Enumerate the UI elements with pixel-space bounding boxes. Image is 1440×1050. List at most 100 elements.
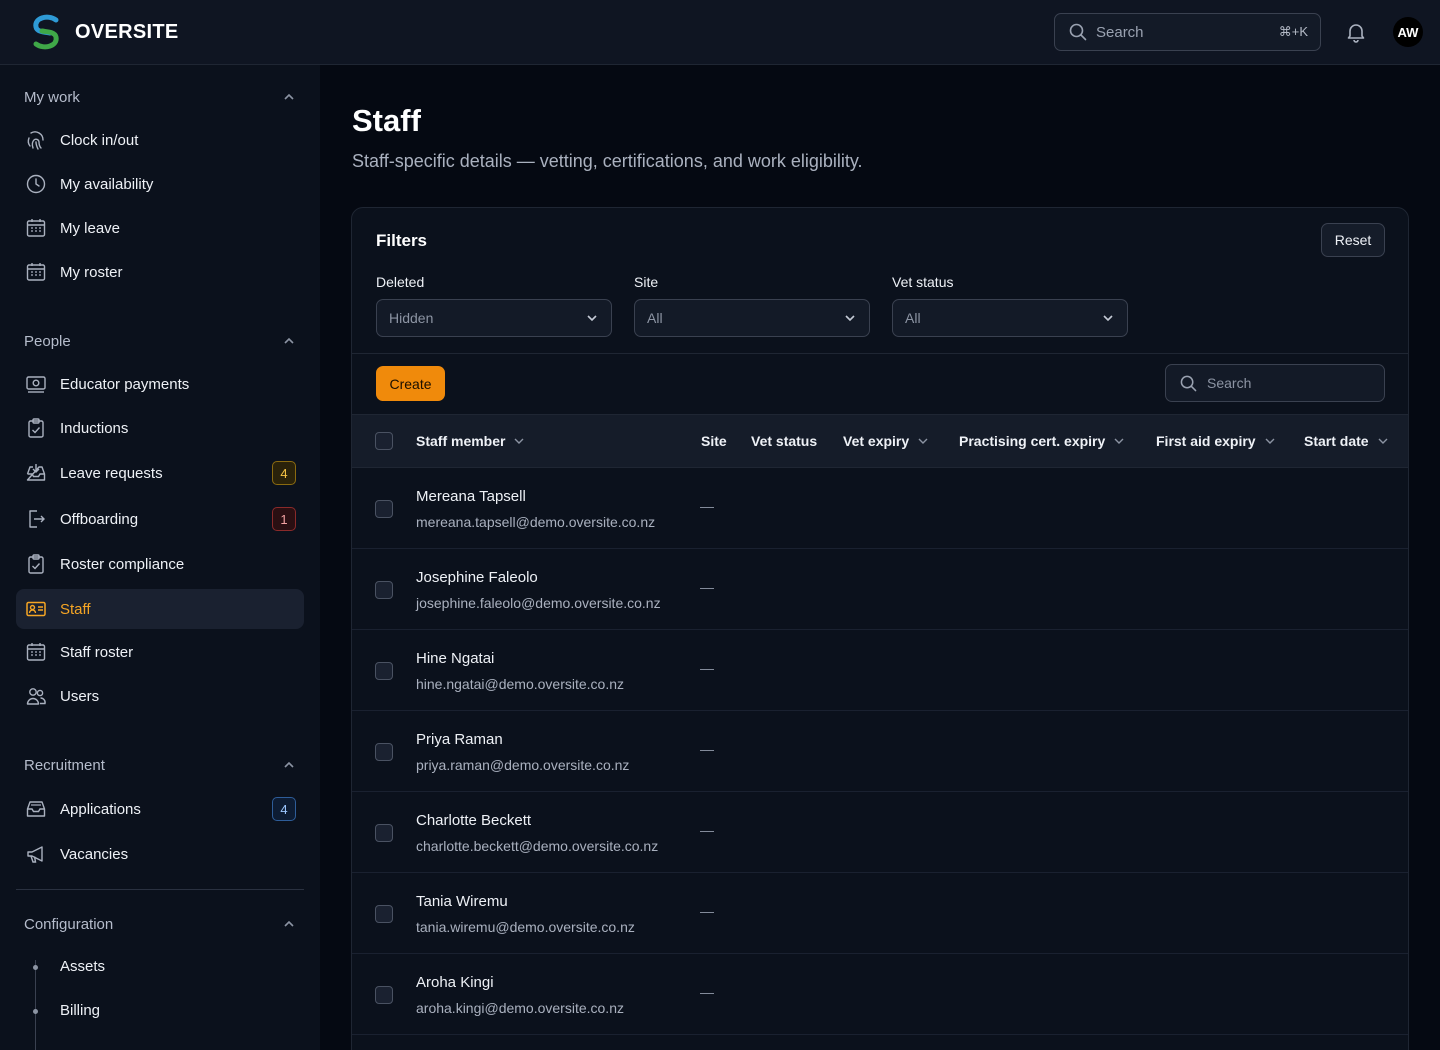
sidebar-item-billing[interactable]: Billing	[60, 1002, 100, 1022]
row-checkbox[interactable]	[375, 500, 393, 518]
chevron-down-icon	[1103, 315, 1113, 322]
top-bar: OVERSITE Search ⌘+K AW	[0, 0, 1440, 65]
column-vet-expiry[interactable]: Vet expiry	[843, 433, 929, 449]
global-search[interactable]: Search ⌘+K	[1054, 13, 1321, 51]
user-avatar[interactable]: AW	[1393, 17, 1423, 47]
sidebar-item-roster-compliance[interactable]: Roster compliance	[16, 544, 304, 584]
section-configuration[interactable]: Configuration	[24, 914, 296, 934]
staff-email: josephine.faleolo@demo.oversite.co.nz	[416, 595, 661, 611]
filter-deleted-value: Hidden	[389, 310, 434, 326]
table-row[interactable]: Josephine Faleolo josephine.faleolo@demo…	[352, 549, 1408, 630]
table-search-input[interactable]: Search	[1165, 364, 1385, 402]
column-practising-cert-expiry[interactable]: Practising cert. expiry	[959, 433, 1125, 449]
column-staff-member[interactable]: Staff member	[416, 433, 525, 449]
create-button[interactable]: Create	[376, 366, 445, 401]
column-vet-status[interactable]: Vet status	[751, 433, 817, 449]
tree-dot	[33, 1009, 38, 1014]
column-site[interactable]: Site	[701, 433, 727, 449]
users-icon	[26, 688, 46, 705]
sidebar-item-label: Offboarding	[60, 510, 139, 528]
column-start-date[interactable]: Start date	[1304, 433, 1389, 449]
sidebar-item-label: My availability	[60, 175, 154, 193]
sidebar-item-clock-in-out[interactable]: Clock in/out	[16, 120, 304, 160]
chevron-up-icon	[284, 761, 294, 768]
filter-vet-status-select[interactable]: All	[892, 299, 1128, 337]
sidebar-item-label: Clock in/out	[60, 131, 139, 149]
table-row[interactable]: Charlotte Beckett charlotte.beckett@demo…	[352, 792, 1408, 873]
table-header: Staff member Site Vet status Vet expiry …	[352, 414, 1408, 468]
sidebar-item-next[interactable]	[16, 1036, 304, 1050]
bell-icon[interactable]	[1345, 21, 1367, 43]
sidebar-item-staff[interactable]: Staff	[16, 589, 304, 629]
reset-button[interactable]: Reset	[1321, 223, 1385, 257]
calendar-icon	[26, 219, 46, 237]
sidebar-divider	[16, 889, 304, 890]
search-shortcut: ⌘+K	[1278, 24, 1308, 39]
sidebar-item-vacancies[interactable]: Vacancies	[16, 834, 304, 874]
chevron-down-icon	[1114, 438, 1124, 444]
sidebar-item-users[interactable]: Users	[16, 676, 304, 716]
section-people[interactable]: People	[24, 331, 296, 351]
row-checkbox[interactable]	[375, 986, 393, 1004]
table-row[interactable]: Mereana Tapsell mereana.tapsell@demo.ove…	[352, 468, 1408, 549]
staff-name: Hine Ngatai	[416, 650, 495, 667]
search-icon	[1180, 375, 1197, 391]
staff-site: —	[700, 822, 714, 838]
sidebar-item-label: My roster	[60, 263, 123, 281]
filters-title: Filters	[376, 231, 428, 250]
row-checkbox[interactable]	[375, 824, 393, 842]
table-row[interactable]: Aroha Kingi aroha.kingi@demo.oversite.co…	[352, 954, 1408, 1035]
row-checkbox[interactable]	[375, 905, 393, 923]
filter-site-value: All	[647, 310, 663, 326]
staff-site: —	[700, 903, 714, 919]
page-title: Staff	[352, 103, 421, 138]
table-row[interactable]: Tania Wiremu tania.wiremu@demo.oversite.…	[352, 873, 1408, 954]
calendar-icon	[26, 263, 46, 281]
sidebar-item-my-availability[interactable]: My availability	[16, 164, 304, 204]
column-first-aid-expiry[interactable]: First aid expiry	[1156, 433, 1276, 449]
inbox-icon	[26, 801, 46, 817]
section-recruitment[interactable]: Recruitment	[24, 755, 296, 775]
sidebar-item-label: Users	[60, 687, 100, 705]
staff-name: Priya Raman	[416, 731, 503, 748]
filter-deleted-select[interactable]: Hidden	[376, 299, 612, 337]
staff-email: tania.wiremu@demo.oversite.co.nz	[416, 919, 635, 935]
row-checkbox[interactable]	[375, 581, 393, 599]
staff-name: Mereana Tapsell	[416, 488, 526, 505]
column-label: Site	[701, 433, 727, 449]
sidebar-item-staff-roster[interactable]: Staff roster	[16, 632, 304, 672]
sidebar-item-educator-payments[interactable]: Educator payments	[16, 364, 304, 404]
sidebar: My work Clock in/out My availability My …	[0, 65, 320, 1050]
sidebar-item-inductions[interactable]: Inductions	[16, 408, 304, 448]
section-title: Configuration	[24, 915, 114, 933]
id-card-icon	[26, 601, 46, 617]
column-label: Vet status	[751, 433, 818, 449]
sidebar-item-my-leave[interactable]: My leave	[16, 208, 304, 248]
column-label: Start date	[1304, 433, 1369, 449]
sidebar-item-assets[interactable]: Assets	[60, 958, 105, 978]
logout-icon	[29, 510, 45, 528]
section-my-work[interactable]: My work	[24, 87, 296, 107]
table-search-placeholder: Search	[1207, 375, 1252, 391]
filter-site-select[interactable]: All	[634, 299, 870, 337]
chevron-down-icon	[918, 438, 928, 444]
oversite-logo-icon	[33, 14, 59, 50]
global-search-placeholder: Search	[1096, 23, 1144, 41]
chevron-down-icon	[514, 438, 524, 444]
brand-name: OVERSITE	[75, 20, 179, 43]
sidebar-item-leave-requests[interactable]: Leave requests 4	[16, 453, 304, 493]
sidebar-item-offboarding[interactable]: Offboarding 1	[16, 499, 304, 539]
row-checkbox[interactable]	[375, 662, 393, 680]
table-row[interactable]: Hine Ngatai hine.ngatai@demo.oversite.co…	[352, 630, 1408, 711]
row-checkbox[interactable]	[375, 743, 393, 761]
clipboard-check-icon	[28, 554, 44, 574]
search-icon	[1069, 23, 1087, 41]
table-row[interactable]: Priya Raman priya.raman@demo.oversite.co…	[352, 711, 1408, 792]
sidebar-item-label: Staff	[60, 600, 91, 618]
sidebar-item-applications[interactable]: Applications 4	[16, 789, 304, 829]
select-all-checkbox[interactable]	[375, 432, 393, 450]
brand[interactable]: OVERSITE	[28, 14, 179, 50]
sidebar-item-label: My leave	[60, 219, 121, 237]
sidebar-item-my-roster[interactable]: My roster	[16, 252, 304, 292]
sidebar-item-label: Roster compliance	[60, 555, 185, 573]
